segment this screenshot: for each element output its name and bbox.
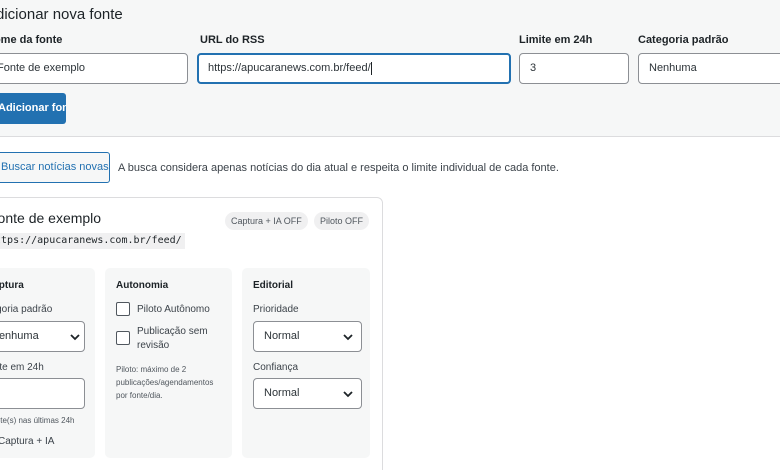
chevron-down-icon	[343, 391, 353, 398]
confidence-value: Normal	[264, 387, 300, 399]
capture-limit-note: restante(s) nas últimas 24h	[0, 416, 75, 425]
fetch-news-button[interactable]: Buscar notícias novas agora	[0, 152, 110, 183]
default-category-label: Categoria padrão	[638, 34, 729, 46]
text-caret	[370, 61, 372, 75]
chevron-down-icon	[343, 334, 353, 341]
form-title: Adicionar nova fonte	[0, 6, 123, 23]
capture-category-select[interactable]: Nenhuma	[0, 321, 85, 352]
autopilot-badge: Piloto OFF	[314, 212, 370, 230]
confidence-select[interactable]: Normal	[253, 378, 362, 409]
autopilot-note-line2: publicações/agendamentos	[116, 378, 214, 387]
autopilot-checkbox[interactable]	[116, 302, 130, 316]
publish-without-review-label-line1: Publicação sem	[137, 326, 208, 337]
source-card-name: Fonte de exemplo	[0, 210, 102, 226]
editorial-title: Editorial	[253, 280, 294, 291]
add-source-button[interactable]: Adicionar fonte	[0, 93, 66, 124]
priority-value: Normal	[264, 330, 300, 342]
priority-label: Prioridade	[253, 304, 299, 315]
autonomy-title: Autonomia	[116, 280, 169, 291]
rss-url-input[interactable]: https://apucaranews.com.br/feed/	[197, 53, 511, 84]
capture-limit-input[interactable]	[0, 378, 85, 409]
capture-category-value: Nenhuma	[0, 330, 39, 342]
publish-without-review-label-line2: revisão	[137, 340, 170, 351]
daily-limit-label: Limite em 24h	[519, 34, 593, 46]
autopilot-label: Piloto Autônomo	[137, 304, 210, 315]
autonomy-column	[105, 268, 232, 458]
capture-ai-badge: Captura + IA OFF	[225, 212, 308, 230]
default-category-select[interactable]: Nenhuma	[638, 53, 780, 84]
fetch-info-text: A busca considera apenas notícias do dia…	[118, 162, 559, 174]
capture-ai-toggle-label[interactable]: Captura + IA	[0, 436, 54, 447]
chevron-down-icon	[70, 334, 80, 341]
rss-url-value: https://apucaranews.com.br/feed/	[208, 62, 371, 74]
autopilot-note-line3: por fonte/dia.	[116, 391, 163, 400]
source-name-label: Nome da fonte	[0, 34, 63, 46]
confidence-label: Confiança	[253, 362, 299, 373]
capture-category-label: Categoria padrão	[0, 304, 53, 315]
source-card-url: https://apucaranews.com.br/feed/	[0, 233, 185, 249]
source-name-input[interactable]: Fonte de exemplo	[0, 53, 188, 84]
publish-without-review-checkbox[interactable]	[116, 331, 130, 345]
capture-title: Captura	[0, 280, 24, 291]
rss-url-label: URL do RSS	[200, 34, 265, 46]
capture-limit-label: Limite em 24h	[0, 362, 44, 373]
priority-select[interactable]: Normal	[253, 321, 362, 352]
daily-limit-input[interactable]: 3	[519, 53, 629, 84]
autopilot-note-line1: Piloto: máximo de 2	[116, 365, 187, 374]
